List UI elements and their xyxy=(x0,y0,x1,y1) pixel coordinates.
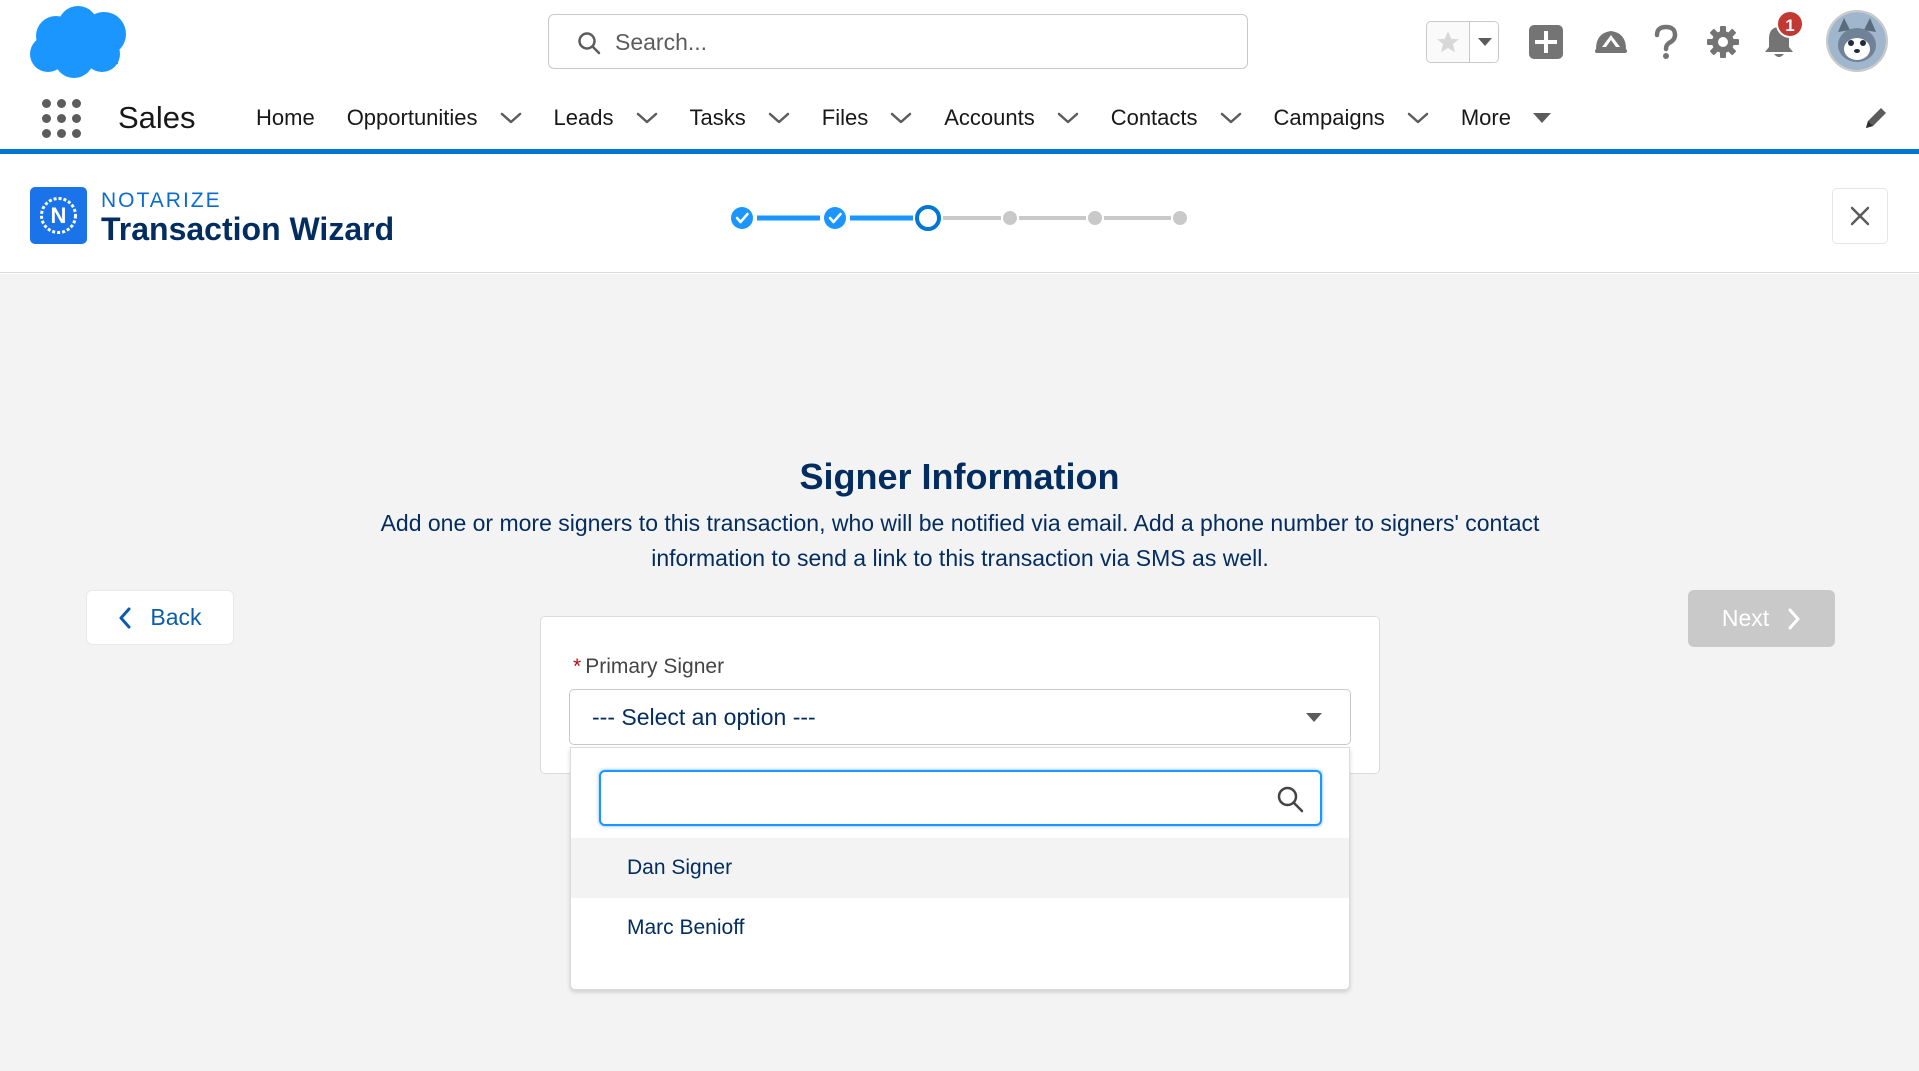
avatar[interactable] xyxy=(1826,10,1888,72)
nav-item-label: Home xyxy=(256,104,315,130)
primary-signer-label-text: Primary Signer xyxy=(585,655,725,678)
chevron-left-icon xyxy=(119,607,131,628)
dropdown-option[interactable]: Dan Signer xyxy=(571,838,1349,898)
global-actions-button[interactable] xyxy=(1524,20,1568,64)
nav-item-opportunities[interactable]: Opportunities xyxy=(329,86,536,149)
app-launcher-icon[interactable] xyxy=(42,99,82,139)
salesforce-cloud-logo[interactable] xyxy=(26,6,130,80)
chevron-down-icon xyxy=(1477,38,1492,46)
gear-icon xyxy=(1707,26,1739,58)
step-description: Add one or more signers to this transact… xyxy=(380,510,1540,571)
nav-item-label: Tasks xyxy=(689,104,746,130)
nav-item-campaigns[interactable]: Campaigns xyxy=(1256,86,1443,149)
chevron-down-icon[interactable] xyxy=(636,111,658,125)
nav-item-label: Contacts xyxy=(1110,104,1198,130)
wizard-body: Signer Information Add one or more signe… xyxy=(0,274,1919,1071)
plus-icon xyxy=(1529,25,1563,59)
global-search-box[interactable] xyxy=(548,14,1248,69)
help-icon xyxy=(1654,24,1678,59)
wizard-header: N NOTARIZE Transaction Wizard xyxy=(0,159,1919,273)
nav-item-files[interactable]: Files xyxy=(804,86,926,149)
close-icon xyxy=(1850,206,1870,226)
progress-step-pending xyxy=(1088,211,1102,225)
caret-down-icon xyxy=(1532,112,1551,123)
global-search-input[interactable] xyxy=(615,25,1215,59)
progress-step-complete-icon xyxy=(824,207,846,229)
caret-down-icon xyxy=(1306,713,1322,722)
progress-step-current xyxy=(915,205,941,231)
next-button[interactable]: Next xyxy=(1688,590,1835,647)
nav-item-accounts[interactable]: Accounts xyxy=(926,86,1093,149)
notarize-logo: N xyxy=(30,187,87,244)
combobox-value: --- Select an option --- xyxy=(592,704,816,730)
nav-item-label: Campaigns xyxy=(1273,104,1385,130)
trailhead-icon xyxy=(1595,31,1627,53)
nav-items: Home Opportunities Leads Tasks Files Accounts… xyxy=(238,86,1565,149)
next-button-label: Next xyxy=(1721,605,1770,631)
favorites-list-button[interactable] xyxy=(1469,22,1498,62)
chevron-down-icon[interactable] xyxy=(1220,111,1242,125)
progress-step-complete-icon xyxy=(731,207,753,229)
primary-signer-label: * Primary Signer xyxy=(573,655,724,679)
favorites-button[interactable] xyxy=(1427,22,1469,62)
setup-button[interactable] xyxy=(1701,20,1745,64)
progress-step-pending xyxy=(1003,211,1017,225)
dropdown-option[interactable]: Marc Benioff xyxy=(571,898,1349,958)
app-navigation-bar: Sales Home Opportunities Leads Tasks Files Ac… xyxy=(0,86,1919,154)
progress-step-pending xyxy=(1173,211,1187,225)
nav-item-more[interactable]: More xyxy=(1443,86,1565,149)
chevron-down-icon[interactable] xyxy=(890,111,912,125)
chevron-down-icon[interactable] xyxy=(1407,111,1429,125)
nav-item-leads[interactable]: Leads xyxy=(536,86,672,149)
nav-item-label: More xyxy=(1460,104,1511,130)
app-name: Sales xyxy=(118,100,196,135)
nav-item-home[interactable]: Home xyxy=(238,86,329,149)
trailhead-button[interactable] xyxy=(1589,20,1633,64)
nav-item-contacts[interactable]: Contacts xyxy=(1093,86,1256,149)
primary-signer-dropdown: Dan Signer Marc Benioff xyxy=(570,747,1350,990)
notification-badge: 1 xyxy=(1776,10,1804,38)
star-icon xyxy=(1437,31,1459,53)
search-icon xyxy=(578,32,601,55)
back-button[interactable]: Back xyxy=(86,590,234,645)
nav-item-tasks[interactable]: Tasks xyxy=(672,86,804,149)
progress-indicator xyxy=(731,205,1187,231)
help-button[interactable] xyxy=(1644,20,1688,64)
wizard-brand: NOTARIZE xyxy=(101,189,222,212)
step-title: Signer Information xyxy=(799,456,1120,497)
nav-item-label: Opportunities xyxy=(346,104,478,130)
chevron-down-icon[interactable] xyxy=(1057,111,1079,125)
back-button-label: Back xyxy=(150,604,202,630)
search-icon xyxy=(1277,786,1304,813)
edit-nav-pencil-icon[interactable] xyxy=(1862,104,1890,132)
global-header: 1 xyxy=(0,0,1919,86)
close-button[interactable] xyxy=(1832,188,1888,244)
primary-signer-combobox[interactable]: --- Select an option --- xyxy=(569,689,1351,745)
chevron-down-icon[interactable] xyxy=(500,111,522,125)
dropdown-search-box[interactable] xyxy=(599,770,1322,826)
dropdown-search-input[interactable] xyxy=(615,782,1235,814)
nav-item-label: Accounts xyxy=(944,104,1035,130)
chevron-right-icon xyxy=(1788,608,1800,629)
notarize-logo-letter: N xyxy=(51,203,67,228)
wizard-title: Transaction Wizard xyxy=(101,211,395,247)
nav-item-label: Leads xyxy=(553,104,614,130)
required-marker: * xyxy=(573,655,582,678)
chevron-down-icon[interactable] xyxy=(768,111,790,125)
nav-item-label: Files xyxy=(821,104,869,130)
favorites-group xyxy=(1426,21,1499,63)
